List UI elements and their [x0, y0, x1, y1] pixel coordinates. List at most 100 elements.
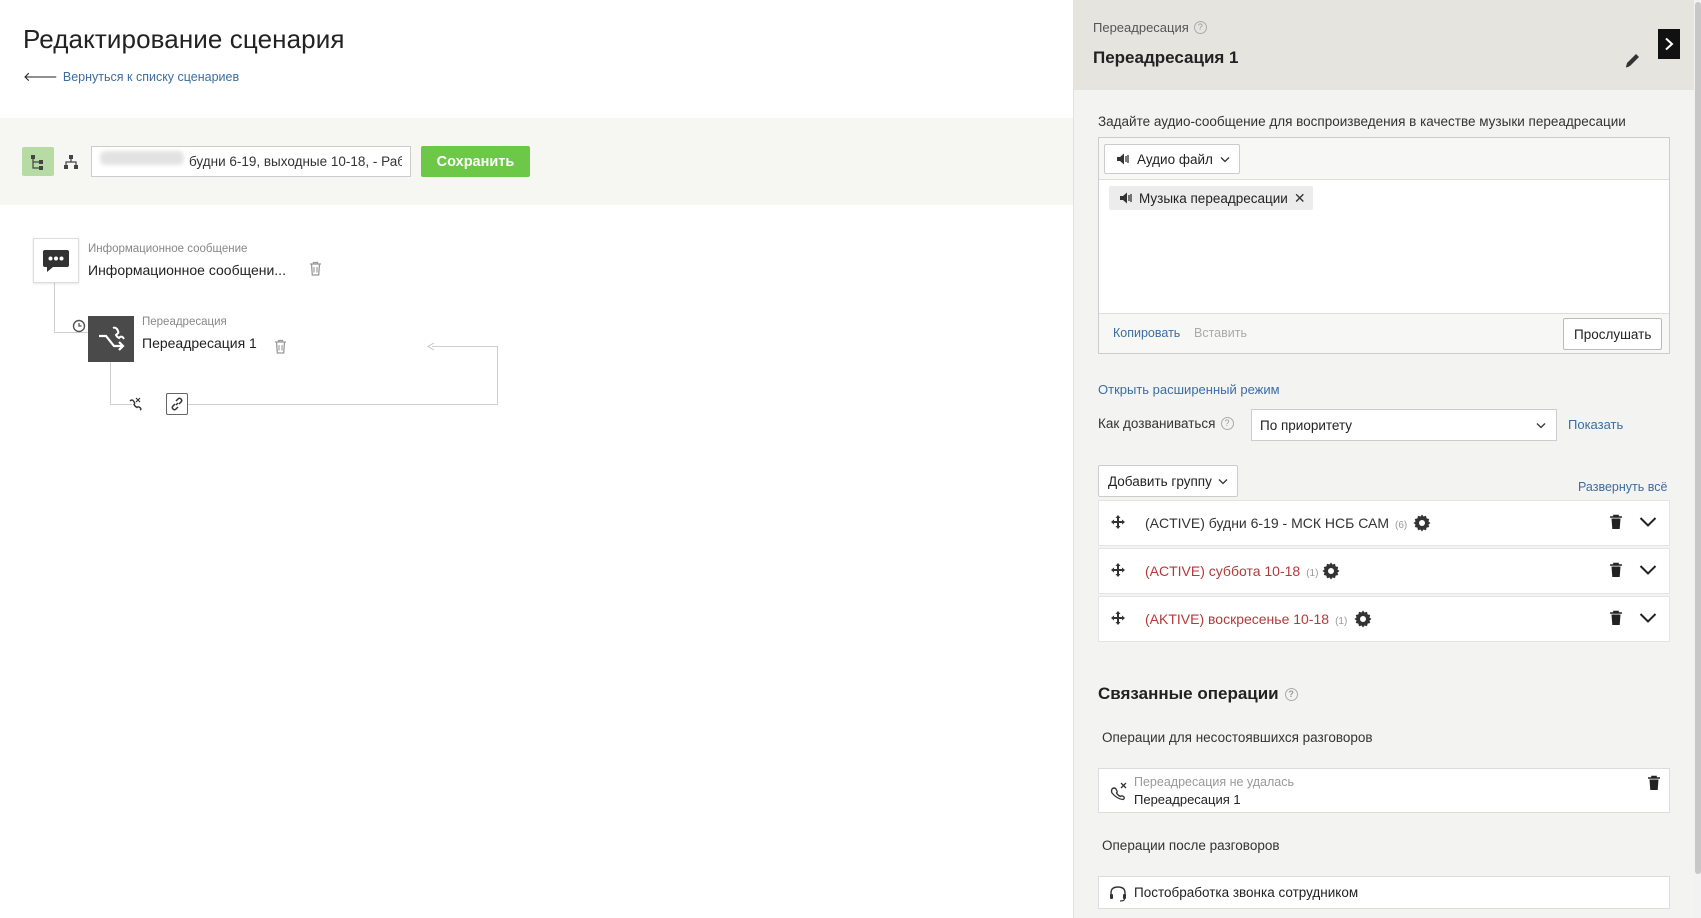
hierarchy-view-icon [64, 154, 78, 169]
trash-icon[interactable] [274, 339, 287, 354]
group-name: (AKTIVE) воскресенье 10-18 [1145, 611, 1330, 627]
trash-icon[interactable] [1609, 610, 1623, 626]
after-operation-card[interactable]: Постобработка звонка сотрудником [1098, 876, 1670, 909]
group-label: (AKTIVE) воскресенье 10-18 (1) [1145, 611, 1347, 627]
gear-icon[interactable] [1413, 514, 1431, 532]
back-link-label: Вернуться к списку сценариев [62, 70, 240, 84]
audio-editor: Аудио файл Музыка переадресации ✕ Копиро… [1098, 137, 1670, 354]
linked-operations-text: Связанные операции [1098, 684, 1279, 703]
connector-line [432, 346, 498, 347]
audio-content-area[interactable]: Музыка переадресации ✕ [1099, 180, 1669, 313]
advanced-mode-link[interactable]: Открыть расширенный режим [1098, 382, 1280, 397]
drag-handle-icon[interactable] [1111, 611, 1125, 625]
back-to-list-link[interactable]: 🡐 Вернуться к списку сценариев [23, 69, 239, 85]
tree-view-icon [31, 154, 43, 170]
group-row[interactable]: (AKTIVE) воскресенье 10-18 (1) [1098, 596, 1670, 642]
missed-call-icon [129, 397, 142, 411]
panel-title: Переадресация 1 [1093, 48, 1239, 67]
connector-line [54, 283, 55, 333]
redirect-node[interactable] [88, 316, 134, 362]
help-icon[interactable]: ? [1220, 417, 1234, 430]
dial-mode-value: По приоритету [1260, 417, 1353, 433]
speaker-icon [1117, 153, 1129, 165]
collapse-panel-button[interactable] [1658, 29, 1680, 59]
chat-bubble-icon [43, 249, 69, 272]
save-button[interactable]: Сохранить [421, 146, 530, 177]
drag-handle-icon[interactable] [1111, 563, 1125, 577]
failed-op-type: Переадресация не удалась [1134, 775, 1294, 789]
audio-type-label: Аудио файл [1137, 151, 1213, 167]
gear-icon[interactable] [1322, 562, 1340, 580]
copy-link[interactable]: Копировать [1113, 326, 1180, 340]
timer-icon [72, 319, 86, 333]
group-name: (ACTIVE) будни 6-19 - МСК НСБ САМ [1145, 515, 1390, 531]
expand-all-link[interactable]: Развернуть всё [1578, 480, 1667, 494]
panel-header: Переадресация ? Переадресация 1 [1074, 0, 1701, 90]
after-ops-label: Операции после разговоров [1102, 838, 1280, 853]
chevron-down-icon[interactable] [1639, 564, 1657, 576]
listen-button[interactable]: Прослушать [1563, 318, 1663, 350]
info-node-name[interactable]: Информационное сообщени... [88, 262, 286, 278]
dial-mode-text: Как дозваниваться [1098, 416, 1216, 431]
after-op-name: Постобработка звонка сотрудником [1134, 885, 1359, 900]
info-node-type: Информационное сообщение [88, 243, 248, 255]
linked-operations-title: Связанные операции ? [1098, 684, 1298, 704]
connector-line [188, 404, 498, 405]
group-count: (1) [1306, 568, 1319, 579]
chevron-right-icon [1665, 37, 1674, 51]
failed-op-name: Переадресация 1 [1134, 792, 1241, 807]
hierarchy-view-button[interactable] [55, 147, 87, 176]
group-label: (ACTIVE) будни 6-19 - МСК НСБ САМ (6) [1145, 515, 1407, 531]
drag-handle-icon[interactable] [1111, 515, 1125, 529]
arrow-left-icon: 🡐 [23, 69, 58, 84]
help-icon[interactable]: ? [1193, 21, 1207, 34]
chevron-down-icon [1536, 422, 1546, 428]
trash-icon[interactable] [1647, 775, 1661, 791]
redirect-node-name[interactable]: Переадресация 1 [142, 335, 257, 351]
tree-view-button[interactable] [22, 147, 54, 176]
audio-footer: Копировать Вставить Прослушать [1099, 313, 1669, 353]
properties-panel: Переадресация ? Переадресация 1 Задайте … [1073, 0, 1701, 918]
help-icon[interactable]: ? [1284, 687, 1298, 701]
add-group-label: Добавить группу [1108, 473, 1212, 489]
missed-call-icon [1110, 782, 1127, 801]
add-group-button[interactable]: Добавить группу [1098, 465, 1238, 497]
group-row[interactable]: (ACTIVE) будни 6-19 - МСК НСБ САМ (6) [1098, 500, 1670, 546]
audio-type-dropdown[interactable]: Аудио файл [1104, 144, 1240, 174]
speaker-icon [1120, 192, 1132, 204]
headset-icon [1110, 886, 1126, 902]
info-message-node[interactable] [33, 238, 79, 283]
chevron-down-icon [1220, 156, 1230, 162]
link-button[interactable] [166, 393, 188, 415]
loop-arrow-icon [427, 342, 435, 351]
connector-line [497, 346, 498, 405]
dial-mode-select[interactable]: По приоритету [1251, 409, 1557, 441]
trash-icon[interactable] [309, 261, 322, 276]
page-title: Редактирование сценария [23, 24, 345, 54]
paste-link[interactable]: Вставить [1194, 326, 1247, 340]
failed-operation-card[interactable]: Переадресация не удалась Переадресация 1 [1098, 768, 1670, 813]
remove-tag-icon[interactable]: ✕ [1294, 190, 1306, 207]
chevron-down-icon[interactable] [1639, 612, 1657, 624]
audio-file-tag: Музыка переадресации ✕ [1109, 186, 1313, 210]
blurred-name-prefix [100, 151, 184, 165]
group-label: (ACTIVE) суббота 10-18 (1) [1145, 563, 1318, 579]
trash-icon[interactable] [1609, 514, 1623, 530]
group-row[interactable]: (ACTIVE) суббота 10-18 (1) [1098, 548, 1670, 594]
link-icon [171, 397, 183, 411]
scrollbar-thumb[interactable] [1695, 2, 1701, 874]
scenario-canvas: Информационное сообщение Информационное … [0, 205, 1073, 918]
show-link[interactable]: Показать [1568, 417, 1623, 432]
group-count: (1) [1335, 616, 1348, 627]
chevron-down-icon[interactable] [1639, 516, 1657, 528]
panel-type-label: Переадресация [1093, 20, 1189, 35]
chevron-down-icon [1218, 478, 1228, 484]
trash-icon[interactable] [1609, 562, 1623, 578]
dial-mode-label: Как дозваниваться ? [1098, 416, 1234, 431]
audio-label: Задайте аудио-сообщение для воспроизведе… [1098, 114, 1626, 129]
audio-file-label: Музыка переадресации [1139, 190, 1288, 206]
group-name: (ACTIVE) суббота 10-18 [1145, 563, 1301, 579]
call-forward-icon [99, 326, 125, 351]
pencil-icon[interactable] [1624, 52, 1641, 69]
gear-icon[interactable] [1354, 610, 1372, 628]
